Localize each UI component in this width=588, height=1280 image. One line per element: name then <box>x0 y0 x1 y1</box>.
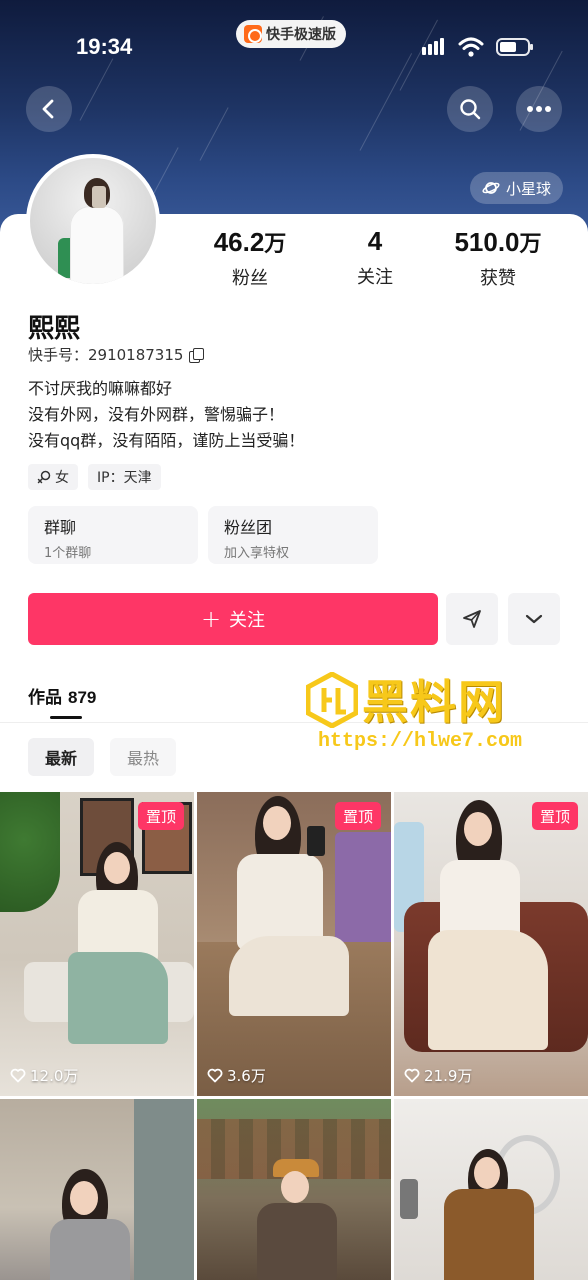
kuaishou-logo-icon <box>244 25 262 43</box>
profile-name: 熙熙 <box>28 314 81 344</box>
kuaishou-id: 快手号：2910187315 <box>28 346 184 364</box>
back-arrow-icon <box>42 99 54 119</box>
avatar[interactable] <box>26 154 160 288</box>
stat-likes-label: 获赞 <box>480 268 516 289</box>
group-chat-subtitle: 1个群聊 <box>44 546 92 561</box>
bio: 不讨厌我的嘛嘛都好 没有外网，没有外网群，警惕骗子！ 没有qq群，没有陌陌，谨防… <box>28 376 304 454</box>
watermark-url: https://hlwe7.com <box>318 730 523 753</box>
fan-club-title: 粉丝团 <box>224 518 273 537</box>
ip-tag: IP：天津 <box>88 464 161 490</box>
bio-line: 没有qq群，没有陌陌，谨防上当受骗！ <box>28 431 305 450</box>
chevron-down-icon <box>525 614 543 624</box>
bio-line: 不讨厌我的嘛嘛都好 <box>28 379 173 398</box>
battery-icon <box>496 38 533 56</box>
fan-club-subtitle: 加入享特权 <box>224 546 290 561</box>
pinned-badge: 置顶 <box>334 802 381 830</box>
expand-button[interactable] <box>508 593 560 645</box>
follow-button[interactable]: + 关注 <box>28 593 438 645</box>
video-tile[interactable]: 置顶 21.9万 <box>394 792 588 1096</box>
stat-fans-label: 粉丝 <box>232 268 268 289</box>
like-count-value: 3.6万 <box>227 1067 266 1085</box>
video-tile[interactable]: 置顶 12.0万 <box>0 792 194 1096</box>
bio-line: 没有外网，没有外网群，警惕骗子！ <box>28 405 285 424</box>
stat-likes[interactable]: 510.0万 获赞 <box>438 226 558 290</box>
plus-icon: + <box>200 605 222 633</box>
video-tile[interactable]: 置顶 3.6万 <box>197 792 391 1096</box>
video-tile[interactable] <box>0 1099 194 1280</box>
gender-label: 女 <box>55 470 69 486</box>
tab-works-label: 作品 <box>28 688 62 708</box>
fan-club-card[interactable]: 粉丝团 加入享特权 <box>208 506 378 564</box>
gender-tag: 女 <box>28 464 78 490</box>
stat-fans-unit: 万 <box>264 231 287 256</box>
tab-works[interactable]: 作品 879 <box>28 683 96 708</box>
kuaishou-id-row[interactable]: 快手号：2910187315 <box>28 344 205 365</box>
like-count-value: 12.0万 <box>30 1067 79 1085</box>
group-chat-card[interactable]: 群聊 1个群聊 <box>28 506 198 564</box>
back-button[interactable] <box>26 86 72 132</box>
heart-icon <box>404 1068 420 1083</box>
heart-icon <box>10 1068 26 1083</box>
like-count: 12.0万 <box>10 1065 78 1086</box>
sort-hottest-button[interactable]: 最热 <box>110 738 177 776</box>
app-badge[interactable]: 快手极速版 <box>236 20 346 48</box>
video-tile[interactable] <box>197 1099 391 1280</box>
video-tile[interactable] <box>394 1099 588 1280</box>
heart-icon <box>207 1068 223 1083</box>
planet-label: 小星球 <box>506 179 552 198</box>
status-time: 19:34 <box>76 34 133 59</box>
sort-hottest-label: 最热 <box>127 749 160 768</box>
like-count-value: 21.9万 <box>424 1067 473 1085</box>
stat-fans[interactable]: 46.2万 粉丝 <box>190 226 310 290</box>
like-count: 3.6万 <box>207 1065 266 1086</box>
profile-tags: 女 IP：天津 <box>28 464 161 490</box>
more-dots-icon <box>527 106 551 112</box>
planet-button[interactable]: 小星球 <box>470 172 564 204</box>
watermark-logo-icon <box>306 672 358 728</box>
sort-newest-button[interactable]: 最新 <box>28 738 95 776</box>
group-chat-title: 群聊 <box>44 518 77 537</box>
stat-following-number: 4 <box>367 226 383 256</box>
like-count: 21.9万 <box>404 1065 472 1086</box>
pinned-badge: 置顶 <box>137 802 184 830</box>
sort-newest-label: 最新 <box>45 749 78 768</box>
more-button[interactable] <box>516 86 562 132</box>
wifi-icon <box>458 37 484 57</box>
tab-works-count: 879 <box>68 688 97 707</box>
app-badge-label: 快手极速版 <box>266 27 336 43</box>
search-button[interactable] <box>447 86 493 132</box>
signal-icon <box>422 38 444 55</box>
copy-icon[interactable] <box>189 347 205 363</box>
stat-likes-unit: 万 <box>519 231 542 256</box>
ip-label: IP：天津 <box>97 470 152 486</box>
follow-label: 关注 <box>229 610 266 631</box>
stat-following[interactable]: 4 关注 <box>315 226 435 289</box>
stat-following-label: 关注 <box>357 267 393 288</box>
send-icon <box>463 610 481 628</box>
female-icon <box>37 470 51 484</box>
stat-fans-number: 46.2 <box>213 227 265 257</box>
search-icon <box>460 99 481 120</box>
stat-likes-number: 510.0 <box>454 227 520 257</box>
tab-indicator <box>50 716 82 719</box>
planet-icon <box>482 182 500 194</box>
watermark-title: 黑料网 <box>362 675 506 729</box>
pinned-badge: 置顶 <box>531 802 578 830</box>
send-message-button[interactable] <box>446 593 498 645</box>
